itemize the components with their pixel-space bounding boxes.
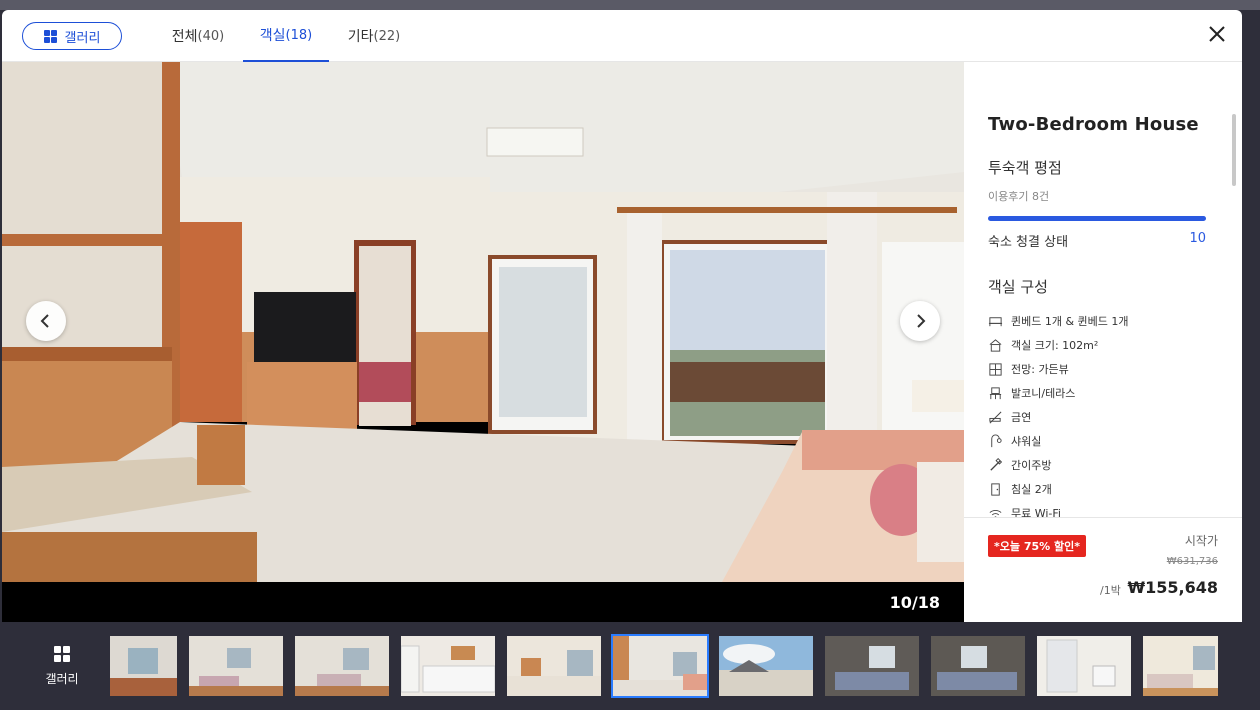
thumbnail-image <box>613 636 707 696</box>
discount-percent: 75% <box>1023 540 1051 553</box>
original-price: ₩631,736 <box>1166 556 1218 567</box>
gallery-button-label: 갤러리 <box>64 30 101 46</box>
amenity-label: 샤워실 <box>1011 435 1042 448</box>
cleanliness-label: 숙소 청결 상태 <box>988 235 1069 250</box>
amenity-item: 금연 <box>988 405 1218 429</box>
cleanliness-score: 10 <box>1189 231 1206 246</box>
amenity-label: 금연 <box>1011 411 1032 424</box>
close-icon <box>1209 26 1225 42</box>
price-box: *오늘 75% 할인* 시작가 ₩631,736 /1박 ₩155,648 <box>964 517 1242 622</box>
thumbnail-active[interactable] <box>611 634 709 698</box>
wifi-icon <box>989 509 1002 517</box>
no-smoking-icon <box>989 411 1002 423</box>
grid-icon <box>54 646 70 662</box>
thumbnail-image <box>1143 636 1218 696</box>
per-night-label: /1박 <box>1100 584 1121 597</box>
gallery-grid-label: 갤러리 <box>45 672 79 686</box>
thumbnail-image <box>1037 636 1131 696</box>
thumbnail[interactable] <box>507 636 601 696</box>
amenity-item: 간이주방 <box>988 453 1218 477</box>
final-price: ₩155,648 <box>1127 578 1218 597</box>
modal-header: 갤러리 전체 (40) 객실 (18) 기타 (22) <box>2 10 1242 62</box>
thumbnail-image <box>189 636 283 696</box>
amenity-label: 전망: 가든뷰 <box>1011 363 1069 376</box>
thumbnail-image <box>719 636 813 696</box>
amenity-label: 무료 Wi-Fi <box>1011 507 1061 517</box>
scrollbar[interactable] <box>1232 114 1236 186</box>
thumbnail[interactable] <box>931 636 1025 696</box>
amenity-label: 퀸베드 1개 & 퀸베드 1개 <box>1011 315 1129 328</box>
room-photo-image <box>2 62 964 582</box>
tab-all-count: (40) <box>197 28 225 44</box>
grid-icon <box>43 29 57 43</box>
chevron-left-icon <box>40 314 49 328</box>
amenity-item: 퀸베드 1개 & 퀸베드 1개 <box>988 309 1218 333</box>
discount-prefix: *오늘 <box>994 540 1024 553</box>
room-details[interactable]: Two-Bedroom House 투숙객 평점 이용후기 8건 숙소 청결 상… <box>964 62 1242 517</box>
amenity-item: 발코니/테라스 <box>988 381 1218 405</box>
amenity-label: 침실 2개 <box>1011 483 1052 496</box>
start-price-label: 시작가 <box>1184 534 1218 548</box>
thumbnail-image <box>825 636 919 696</box>
balcony-icon <box>989 386 1002 399</box>
gallery-modal: 갤러리 전체 (40) 객실 (18) 기타 (22) 10/18 Two-Be… <box>2 10 1242 622</box>
photo-counter: 10/18 <box>889 593 940 612</box>
thumbnail[interactable] <box>825 636 919 696</box>
review-count: 이용후기 8건 <box>988 190 1050 203</box>
amenity-item: 침실 2개 <box>988 477 1218 501</box>
next-photo-button[interactable] <box>900 301 940 341</box>
thumbnail[interactable] <box>1143 636 1218 696</box>
window-icon <box>989 362 1002 376</box>
thumbnail[interactable] <box>295 636 389 696</box>
background-page <box>0 0 1260 10</box>
close-button[interactable] <box>1205 22 1229 46</box>
house-icon <box>989 338 1002 352</box>
thumbnail-image <box>110 636 177 696</box>
amenity-item: 무료 Wi-Fi <box>988 501 1218 517</box>
tab-rooms[interactable]: 객실 (18) <box>243 10 329 62</box>
main-photo: 10/18 <box>2 62 964 622</box>
amenity-list: 퀸베드 1개 & 퀸베드 1개 객실 크기: 102m² 전망: 가든뷰 발코니… <box>988 309 1218 517</box>
tab-other[interactable]: 기타 (22) <box>342 10 406 62</box>
amenity-item: 객실 크기: 102m² <box>988 333 1218 357</box>
thumbnail[interactable] <box>1037 636 1131 696</box>
discount-suffix: 할인* <box>1050 540 1080 553</box>
door-icon <box>991 482 1000 496</box>
thumbnail[interactable] <box>401 636 495 696</box>
tab-rooms-label: 객실 <box>259 28 286 44</box>
thumbnail-image <box>931 636 1025 696</box>
tab-other-label: 기타 <box>347 29 374 45</box>
amenity-label: 발코니/테라스 <box>1011 387 1076 400</box>
thumbnail[interactable] <box>110 636 177 696</box>
thumbnail[interactable] <box>189 636 283 696</box>
thumbnail-image <box>295 636 389 696</box>
room-info-panel: Two-Bedroom House 투숙객 평점 이용후기 8건 숙소 청결 상… <box>964 62 1242 622</box>
thumbnail-image <box>401 636 495 696</box>
cleanliness-bar <box>988 216 1206 221</box>
kitchen-icon <box>990 457 1003 471</box>
tab-all[interactable]: 전체 (40) <box>166 10 230 62</box>
tab-all-label: 전체 <box>171 29 198 45</box>
amenity-item: 샤워실 <box>988 429 1218 453</box>
composition-heading: 객실 구성 <box>988 278 1048 296</box>
amenity-label: 객실 크기: 102m² <box>1011 339 1099 352</box>
thumbnail-strip: 갤러리 <box>0 622 1260 710</box>
amenity-label: 간이주방 <box>1011 459 1052 472</box>
gallery-grid-button[interactable]: 갤러리 <box>30 642 94 692</box>
tab-rooms-count: (18) <box>285 27 313 43</box>
tab-other-count: (22) <box>373 28 401 44</box>
rating-heading: 투숙객 평점 <box>988 159 1062 177</box>
gallery-button[interactable]: 갤러리 <box>22 22 122 50</box>
shower-icon <box>991 433 1002 447</box>
thumbnail[interactable] <box>719 636 813 696</box>
chevron-right-icon <box>917 314 926 328</box>
prev-photo-button[interactable] <box>26 301 66 341</box>
discount-badge: *오늘 75% 할인* <box>988 535 1086 557</box>
amenity-item: 전망: 가든뷰 <box>988 357 1218 381</box>
room-title: Two-Bedroom House <box>988 114 1199 135</box>
cleanliness-row: 숙소 청결 상태 10 <box>988 231 1206 250</box>
bed-icon <box>988 316 1003 326</box>
thumbnail-image <box>507 636 601 696</box>
